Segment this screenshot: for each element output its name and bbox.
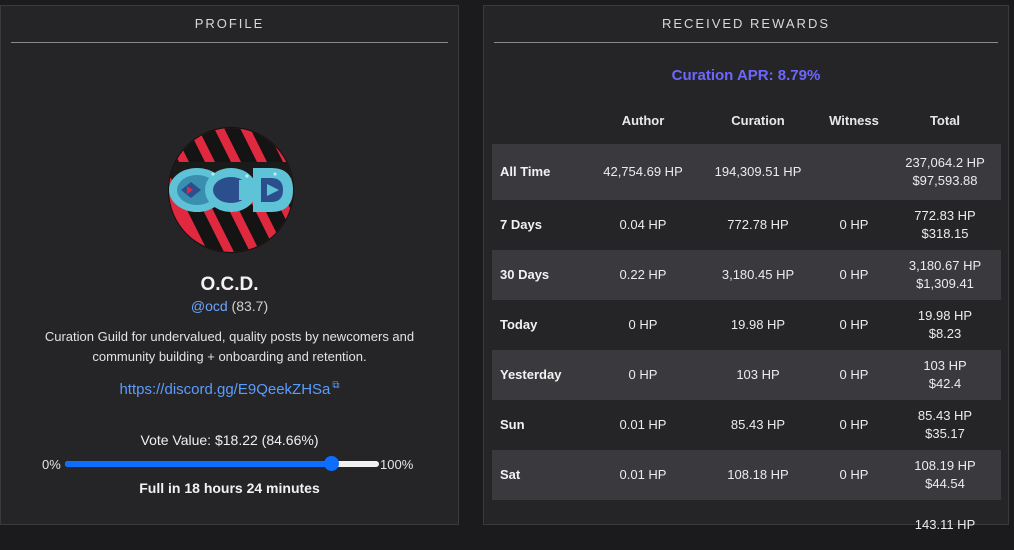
total-hp: 772.83 HP — [914, 208, 976, 223]
cell-total: 143.11 HP — [892, 500, 998, 550]
row-label: Today — [500, 317, 538, 332]
rewards-table: Author Curation Witness Total All Time 4… — [492, 100, 1001, 550]
cell-author: 0.22 HP — [619, 267, 667, 282]
table-row: 7 Days 0.04 HP 772.78 HP 0 HP 772.83 HP … — [492, 200, 1001, 250]
table-row: 30 Days 0.22 HP 3,180.45 HP 0 HP 3,180.6… — [492, 250, 1001, 300]
vote-recharge-time: Full in 18 hours 24 minutes — [139, 480, 320, 496]
total-usd: $35.17 — [925, 426, 965, 441]
cell-curation: 103 HP — [736, 367, 780, 382]
cell-total: 3,180.67 HP $1,309.41 — [892, 250, 998, 300]
curation-apr: Curation APR: 8.79% — [671, 67, 821, 84]
cell-total: 103 HP $42.4 — [892, 350, 998, 400]
table-row: Sat 0.01 HP 108.18 HP 0 HP 108.19 HP $44… — [492, 450, 1001, 500]
cell-total: 108.19 HP $44.54 — [892, 450, 998, 500]
cell-author: 0 HP — [628, 367, 658, 382]
row-label: 7 Days — [500, 217, 542, 232]
row-label: All Time — [500, 164, 551, 179]
column-header-author: Author — [621, 113, 665, 128]
cell-witness: 0 HP — [839, 317, 869, 332]
profile-header: PROFILE — [11, 6, 448, 43]
bio-line-1: Curation Guild for undervalued, quality … — [44, 329, 415, 344]
cell-author: 42,754.69 HP — [603, 164, 683, 179]
slider-handle[interactable] — [323, 456, 339, 471]
profile-website: https://discord.gg/E9QeekZHSa ⧉ — [1, 380, 458, 398]
row-label: Sat — [500, 467, 521, 482]
total-usd: $42.4 — [928, 376, 962, 391]
cell-curation: 85.43 HP — [730, 417, 786, 432]
rewards-panel: RECEIVED REWARDS Curation APR: 8.79% Aut… — [483, 5, 1009, 532]
profile-name: O.C.D. — [200, 274, 259, 295]
cell-witness: 0 HP — [839, 417, 869, 432]
table-header-row: Author Curation Witness Total — [492, 100, 1001, 144]
row-label: Sun — [500, 417, 525, 432]
total-hp: 143.11 HP — [914, 517, 976, 532]
total-hp: 19.98 HP — [917, 308, 973, 323]
cell-witness: 0 HP — [839, 367, 869, 382]
total-hp: 103 HP — [923, 358, 967, 373]
cell-total: 19.98 HP $8.23 — [892, 300, 998, 350]
total-usd: $8.23 — [928, 326, 962, 341]
cell-total: 772.83 HP $318.15 — [892, 200, 998, 250]
table-row: 143.11 HP — [492, 500, 1001, 550]
cell-curation: 772.78 HP — [727, 217, 789, 232]
cell-author: 0.01 HP — [619, 417, 667, 432]
cell-witness: 0 HP — [839, 217, 869, 232]
table-row: Today 0 HP 19.98 HP 0 HP 19.98 HP $8.23 — [492, 300, 1001, 350]
slider-min-label: 0% — [42, 457, 61, 472]
cell-curation: 19.98 HP — [730, 317, 786, 332]
rewards-header: RECEIVED REWARDS — [494, 6, 998, 43]
cell-author: 0.04 HP — [619, 217, 667, 232]
cell-curation: 3,180.45 HP — [721, 267, 795, 282]
row-label: Yesterday — [500, 367, 562, 382]
vote-value: Vote Value: $18.22 (84.66%) — [140, 432, 319, 448]
cell-witness: 0 HP — [839, 467, 869, 482]
vote-weight-slider: 0% 100% — [42, 456, 422, 474]
cell-author — [590, 500, 696, 550]
slider-track[interactable] — [65, 456, 379, 471]
total-usd: $97,593.88 — [912, 173, 978, 188]
cell-curation: 108.18 HP — [727, 467, 789, 482]
website-link[interactable]: https://discord.gg/E9QeekZHSa — [119, 381, 330, 398]
total-hp: 237,064.2 HP — [905, 155, 985, 170]
column-header-total: Total — [929, 113, 961, 128]
profile-handle-link[interactable]: @ocd — [191, 298, 228, 314]
cell-total: 237,064.2 HP $97,593.88 — [892, 144, 998, 200]
total-hp: 108.19 HP — [914, 458, 976, 473]
external-link-icon: ⧉ — [332, 380, 340, 391]
total-hp: 3,180.67 HP — [908, 258, 982, 273]
cell-author: 0 HP — [628, 317, 658, 332]
column-header-witness: Witness — [829, 113, 879, 128]
profile-panel: PROFILE O.C.D. @ocd (83.7) Curation Guil… — [0, 5, 459, 525]
reputation-score: (83.7) — [231, 298, 269, 314]
cell-witness — [818, 144, 890, 200]
table-row: All Time 42,754.69 HP 194,309.51 HP 237,… — [492, 144, 1001, 200]
table-row: Yesterday 0 HP 103 HP 0 HP 103 HP $42.4 — [492, 350, 1001, 400]
table-row: Sun 0.01 HP 85.43 HP 0 HP 85.43 HP $35.1… — [492, 400, 1001, 450]
cell-witness — [818, 500, 890, 550]
cell-curation: 194,309.51 HP — [714, 164, 802, 179]
profile-bio: Curation Guild for undervalued, quality … — [21, 327, 438, 367]
avatar[interactable] — [167, 126, 295, 254]
row-label: 30 Days — [500, 267, 550, 282]
column-header-curation: Curation — [731, 113, 785, 128]
total-usd: $44.54 — [925, 476, 965, 491]
cell-author: 0.01 HP — [619, 467, 667, 482]
total-hp: 85.43 HP — [917, 408, 973, 423]
total-usd: $1,309.41 — [916, 276, 974, 291]
total-usd: $318.15 — [921, 226, 969, 241]
cell-curation — [704, 500, 812, 550]
bio-line-2: community building + onboarding and rete… — [92, 349, 367, 364]
cell-witness: 0 HP — [839, 267, 869, 282]
profile-handle-line: @ocd (83.7) — [1, 298, 458, 314]
cell-total: 85.43 HP $35.17 — [892, 400, 998, 450]
slider-max-label: 100% — [380, 457, 414, 472]
slider-fill — [65, 461, 331, 467]
ocd-avatar-logo — [168, 127, 294, 253]
